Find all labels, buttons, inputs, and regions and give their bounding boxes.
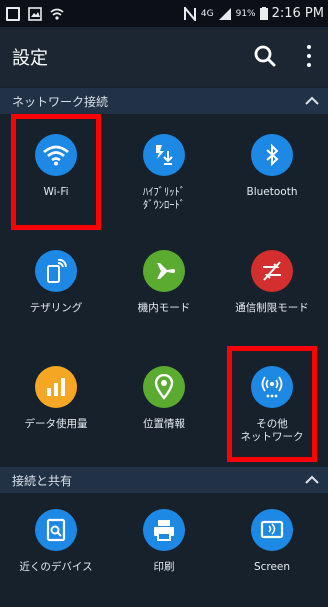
- network-tile-8[interactable]: その他 ネットワーク: [219, 354, 325, 464]
- gallery-icon: [6, 6, 20, 21]
- nfc-icon: [183, 6, 197, 21]
- wifi-signal-icon: [50, 7, 64, 21]
- share-tile-1[interactable]: 印刷: [111, 497, 217, 607]
- search-icon: [254, 45, 276, 67]
- status-bar: 4G 91% 2:16 PM: [0, 0, 328, 27]
- network-tile-label: データ使用量: [24, 418, 88, 430]
- share-tile-label: Screen: [253, 561, 291, 573]
- network-tile-label: ﾊｲﾌﾞﾘｯﾄﾞ ﾀﾞｳﾝﾛｰﾄﾞ: [143, 186, 185, 211]
- network-tile-label: 機内モード: [137, 302, 191, 314]
- network-tile-label: その他 ネットワーク: [240, 418, 304, 443]
- wifi-icon: [35, 134, 77, 176]
- battery-percent: 91%: [235, 8, 256, 19]
- network-tile-2[interactable]: Bluetooth: [219, 122, 325, 232]
- network-type: 4G: [200, 8, 214, 19]
- print-icon: [143, 509, 185, 551]
- cell-signal-icon: [218, 7, 232, 21]
- location-icon: [143, 366, 185, 408]
- more-networks-icon: [251, 366, 293, 408]
- battery-icon: [259, 7, 268, 20]
- page-title: 設定: [12, 48, 48, 69]
- network-tile-4[interactable]: 機内モード: [111, 238, 217, 348]
- chevron-up-icon[interactable]: [304, 93, 320, 109]
- more-options-button[interactable]: [300, 41, 318, 71]
- section-title-network: ネットワーク接続: [12, 94, 109, 109]
- network-tile-5[interactable]: 通信制限モード: [219, 238, 325, 348]
- clock: 2:16 PM: [271, 6, 324, 21]
- network-tile-3[interactable]: テザリング: [3, 238, 109, 348]
- network-tile-label: Wi-Fi: [43, 186, 69, 198]
- screen-mirroring-icon: [251, 509, 293, 551]
- bluetooth-icon: [251, 134, 293, 176]
- tethering-icon: [35, 250, 77, 292]
- network-tile-7[interactable]: 位置情報: [111, 354, 217, 464]
- section-header-network[interactable]: ネットワーク接続: [0, 88, 328, 114]
- airplane-icon: [143, 250, 185, 292]
- photo-icon: [28, 6, 42, 21]
- network-tile-6[interactable]: データ使用量: [3, 354, 109, 464]
- chevron-up-icon[interactable]: [304, 472, 320, 488]
- data-limit-icon: [251, 250, 293, 292]
- network-tile-label: 位置情報: [143, 418, 185, 430]
- share-tile-0[interactable]: 近くのデバイス: [3, 497, 109, 607]
- section-title-sharing: 接続と共有: [12, 473, 73, 488]
- network-tile-0[interactable]: Wi-Fi: [3, 122, 109, 232]
- network-tile-label: Bluetooth: [246, 186, 298, 198]
- search-button[interactable]: [252, 43, 278, 69]
- section-header-sharing[interactable]: 接続と共有: [0, 467, 328, 493]
- share-tile-label: 近くのデバイス: [19, 561, 93, 573]
- app-bar: 設定: [0, 27, 328, 86]
- nearby-devices-icon: [35, 509, 77, 551]
- network-tile-1[interactable]: ﾊｲﾌﾞﾘｯﾄﾞ ﾀﾞｳﾝﾛｰﾄﾞ: [111, 122, 217, 232]
- data-usage-icon: [35, 366, 77, 408]
- hybrid-download-icon: [143, 134, 185, 176]
- network-tile-label: テザリング: [29, 302, 83, 314]
- share-tile-label: 印刷: [153, 561, 175, 573]
- share-tile-2[interactable]: Screen: [219, 497, 325, 607]
- network-tile-label: 通信制限モード: [235, 302, 309, 314]
